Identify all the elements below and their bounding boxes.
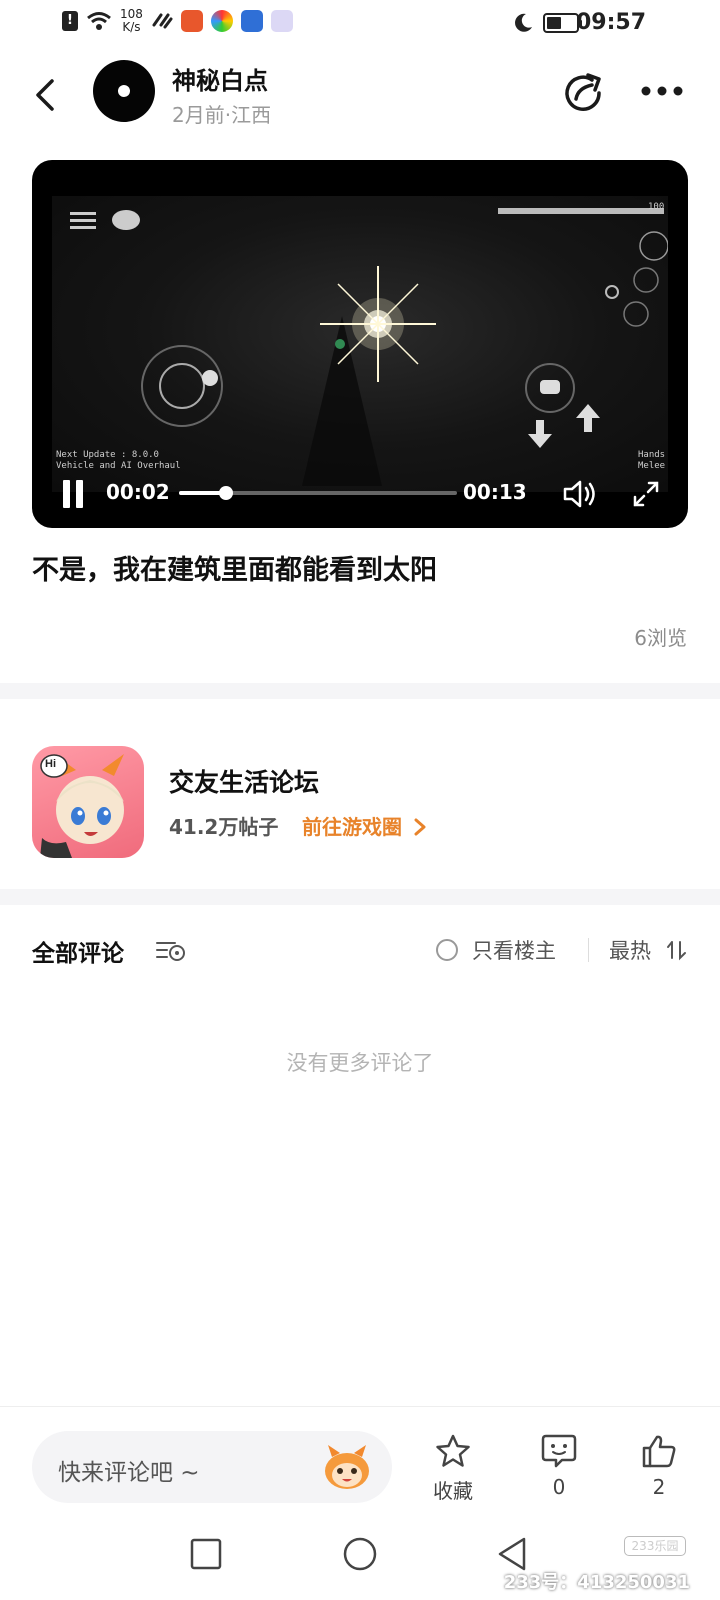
sort-icon[interactable]: [666, 939, 688, 961]
post-title: 不是，我在建筑里面都能看到太阳: [32, 555, 437, 586]
chat-icon: [112, 210, 140, 230]
down-arrow-button: [528, 420, 552, 448]
wifi-icon: [87, 12, 111, 30]
post-meta: 2月前·江西: [172, 103, 272, 127]
owner-only-label[interactable]: 只看楼主: [472, 935, 556, 965]
video-player[interactable]: Next Update : 8.0.0 Vehicle and AI Overh…: [32, 160, 688, 528]
section-divider: [0, 683, 720, 699]
system-navigation-bar: 233乐园 233号：413250031: [0, 1510, 720, 1600]
back-arrow-icon[interactable]: [30, 77, 62, 113]
home-icon[interactable]: [340, 1534, 380, 1574]
sort-hot-label[interactable]: 最热: [609, 935, 651, 965]
gun-icon: [633, 267, 659, 293]
moon-icon: [515, 13, 532, 32]
hud-health-value: 100: [648, 202, 665, 212]
comment-count: 0: [552, 1475, 566, 1499]
forum-app-icon[interactable]: Hi: [32, 746, 144, 858]
comment-bubble-icon: [541, 1434, 577, 1468]
go-to-game-circle-label: 前往游戏圈: [302, 815, 402, 839]
menu-icon: [70, 212, 96, 229]
author-avatar[interactable]: [93, 60, 155, 122]
comments-header: 全部评论 只看楼主 最热: [0, 905, 720, 985]
battery-icon: [543, 13, 582, 33]
forum-card[interactable]: Hi 交友生活论坛 41.2万帖子 前往游戏圈: [0, 715, 720, 889]
notification-alert-icon: !: [62, 11, 78, 31]
video-controls: 00:02 00:13: [32, 458, 688, 528]
mic-icon: [623, 301, 649, 327]
owner-only-radio[interactable]: [436, 939, 458, 961]
watermark-id: 233号：413250031: [503, 1572, 690, 1593]
watermark-logo: 233乐园: [624, 1536, 686, 1556]
like-count: 2: [652, 1475, 666, 1499]
more-options-icon[interactable]: [640, 85, 684, 97]
joystick-inner: [159, 363, 205, 409]
share-icon[interactable]: [562, 71, 604, 113]
joystick-knob: [202, 370, 218, 386]
like-button[interactable]: 2: [624, 1433, 694, 1499]
status-time: 09:57: [575, 10, 646, 35]
app-notification-icon-1: [180, 10, 203, 32]
comment-button[interactable]: 0: [524, 1433, 594, 1499]
forum-post-count: 41.2万帖子: [169, 815, 279, 839]
forum-name[interactable]: 交友生活论坛: [169, 763, 319, 799]
view-count: 6浏览: [634, 626, 687, 650]
app-notification-icon-3: [240, 10, 263, 32]
feather-icon: [639, 231, 669, 261]
volume-icon[interactable]: [562, 478, 598, 510]
filter-settings-icon[interactable]: [155, 938, 187, 962]
favorite-label: 收藏: [433, 1479, 473, 1503]
forum-icon-badge: Hi: [45, 758, 56, 770]
no-more-comments-text: 没有更多评论了: [286, 1051, 434, 1075]
health-bar: [498, 208, 664, 214]
thumbs-up-icon: [642, 1435, 676, 1468]
link-icon: [152, 13, 173, 29]
video-current-time: 00:02: [106, 480, 170, 504]
pause-icon[interactable]: [62, 480, 84, 508]
comment-input-placeholder: 快来评论吧 ~: [58, 1460, 200, 1486]
bottom-action-bar: 快来评论吧 ~ 收藏 0 2: [0, 1406, 720, 1510]
video-frame: Next Update : 8.0.0 Vehicle and AI Overh…: [52, 196, 669, 492]
network-speed: 108 K/s: [120, 7, 143, 34]
video-duration: 00:13: [463, 480, 527, 504]
up-arrow-button: [576, 404, 600, 432]
go-to-game-circle-link[interactable]: 前往游戏圈: [302, 811, 427, 840]
recent-apps-icon[interactable]: [186, 1534, 226, 1574]
star-icon: [436, 1434, 470, 1467]
header-separator: [588, 938, 589, 962]
video-progress-handle[interactable]: [219, 486, 234, 500]
mascot-emoji-icon[interactable]: [320, 1443, 374, 1491]
post-header: 神秘白点 2月前·江西: [0, 55, 720, 135]
comment-input[interactable]: 快来评论吧 ~: [32, 1431, 392, 1503]
author-name[interactable]: 神秘白点: [172, 61, 268, 96]
fullscreen-icon[interactable]: [632, 480, 660, 508]
timer-icon: [605, 285, 619, 299]
video-progress-bar[interactable]: [179, 486, 457, 500]
all-comments-title: 全部评论: [32, 941, 124, 967]
status-bar: ! 108 K/s 09:57: [0, 0, 720, 48]
game-scene: [70, 208, 669, 486]
section-divider-2: [0, 889, 720, 905]
chevron-right-icon: [414, 818, 426, 836]
favorite-button[interactable]: 收藏: [418, 1433, 488, 1504]
status-left-icons: ! 108 K/s: [62, 8, 293, 34]
app-notification-icon-2: [210, 10, 233, 32]
app-notification-icon-4: [270, 10, 293, 32]
